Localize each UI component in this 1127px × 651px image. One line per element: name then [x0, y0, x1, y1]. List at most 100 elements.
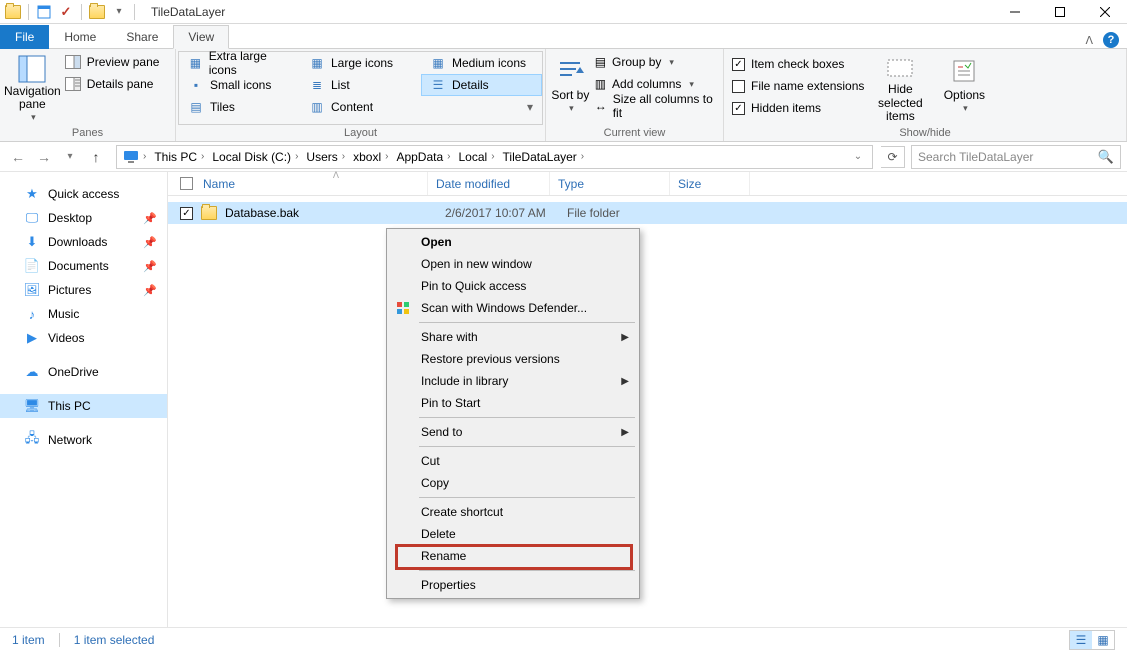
pc-icon[interactable]: › [119, 146, 150, 168]
ctx-restore-previous[interactable]: Restore previous versions [389, 348, 637, 370]
column-name[interactable]: Nameᐱ [168, 172, 428, 195]
ctx-pin-start[interactable]: Pin to Start [389, 392, 637, 414]
options-button[interactable]: Options▾ [937, 51, 991, 123]
ctx-open-new-window[interactable]: Open in new window [389, 253, 637, 275]
icons-icon: ▦ [188, 55, 203, 71]
ctx-copy[interactable]: Copy [389, 472, 637, 494]
layout-extra-large-icons[interactable]: ▦Extra large icons [179, 52, 300, 74]
nav-desktop[interactable]: 🖵Desktop📌 [0, 206, 167, 230]
hide-selected-items-button[interactable]: Hide selected items [868, 51, 932, 123]
nav-downloads[interactable]: ⬇Downloads📌 [0, 230, 167, 254]
checkbox-icon [732, 80, 745, 93]
pin-icon: 📌 [143, 212, 157, 225]
layout-more[interactable]: ▾ [421, 96, 542, 118]
layout-content[interactable]: ▥Content [300, 96, 421, 118]
details-pane-button[interactable]: Details pane [61, 73, 181, 95]
details-view-button[interactable]: ☰ [1070, 631, 1092, 649]
ctx-defender-scan[interactable]: Scan with Windows Defender... [389, 297, 637, 319]
search-input[interactable] [918, 150, 1098, 164]
tab-file[interactable]: File [0, 25, 49, 49]
nav-documents[interactable]: 📄Documents📌 [0, 254, 167, 278]
search-icon[interactable]: 🔍 [1098, 149, 1114, 165]
nav-pictures[interactable]: 🖼Pictures📌 [0, 278, 167, 302]
nav-music[interactable]: ♪Music [0, 302, 167, 326]
status-item-count: 1 item [12, 633, 45, 647]
ctx-create-shortcut[interactable]: Create shortcut [389, 501, 637, 523]
nav-quick-access[interactable]: ★Quick access [0, 182, 167, 206]
pin-icon: 📌 [143, 236, 157, 249]
crumb[interactable]: Local Disk (C:)› [208, 146, 302, 168]
table-row[interactable]: ✓ Database.bak 2/6/2017 10:07 AM File fo… [168, 202, 1127, 224]
hidden-items-toggle[interactable]: ✓Hidden items [728, 97, 868, 119]
ctx-open[interactable]: Open [389, 231, 637, 253]
file-name-extensions-toggle[interactable]: File name extensions [728, 75, 868, 97]
column-size[interactable]: Size [670, 172, 750, 195]
ctx-delete[interactable]: Delete [389, 523, 637, 545]
crumb[interactable]: xboxl› [349, 146, 392, 168]
navigation-pane-button[interactable]: Navigation pane▾ [4, 51, 61, 123]
crumb[interactable]: This PC› [150, 146, 208, 168]
address-bar[interactable]: › This PC› Local Disk (C:)› Users› xboxl… [116, 145, 873, 169]
crumb[interactable]: Users› [302, 146, 349, 168]
icons-view-button[interactable]: ▦ [1092, 631, 1114, 649]
preview-pane-button[interactable]: Preview pane [61, 51, 181, 73]
status-bar: 1 item 1 item selected ☰ ▦ [0, 627, 1127, 651]
ctx-cut[interactable]: Cut [389, 450, 637, 472]
help-icon[interactable]: ? [1103, 32, 1119, 48]
item-check-boxes-toggle[interactable]: ✓Item check boxes [728, 53, 868, 75]
recent-button[interactable]: ▾ [58, 145, 82, 169]
select-all-checkbox[interactable] [180, 177, 193, 190]
refresh-button[interactable]: ⟳ [881, 146, 905, 168]
sort-asc-icon: ᐱ [333, 170, 339, 181]
forward-button[interactable]: → [32, 145, 56, 169]
preview-pane-icon [65, 54, 81, 70]
ribbon-tabs: File Home Share View ᐱ ? [0, 24, 1127, 48]
hide-icon [884, 55, 916, 81]
ctx-rename[interactable]: Rename [389, 545, 637, 567]
qat-check-icon[interactable]: ✓ [57, 3, 75, 21]
collapse-ribbon-icon[interactable]: ᐱ [1085, 34, 1093, 47]
properties-icon[interactable] [35, 3, 53, 21]
pictures-icon: 🖼 [24, 282, 40, 298]
nav-videos[interactable]: ▶Videos [0, 326, 167, 350]
column-type[interactable]: Type [550, 172, 670, 195]
layout-tiles[interactable]: ▤Tiles [179, 96, 300, 118]
group-by-button[interactable]: ▤Group by▾ [591, 51, 719, 73]
nav-this-pc[interactable]: 🖥This PC [0, 394, 167, 418]
tab-home[interactable]: Home [49, 25, 111, 49]
sort-by-button[interactable]: Sort by▾ [550, 51, 591, 123]
nav-onedrive[interactable]: ☁OneDrive [0, 360, 167, 384]
crumb[interactable]: AppData› [392, 146, 454, 168]
back-button[interactable]: ← [6, 145, 30, 169]
layout-list[interactable]: ≣List [300, 74, 421, 96]
minimize-button[interactable] [992, 1, 1037, 23]
chevron-right-icon: ▶ [621, 427, 629, 438]
column-date[interactable]: Date modified [428, 172, 550, 195]
layout-medium-icons[interactable]: ▦Medium icons [421, 52, 542, 74]
layout-large-icons[interactable]: ▦Large icons [300, 52, 421, 74]
up-button[interactable]: ↑ [84, 145, 108, 169]
address-history-button[interactable]: ⌄ [846, 145, 870, 169]
crumb[interactable]: TileDataLayer› [499, 146, 589, 168]
size-columns-button[interactable]: ↔Size all columns to fit [591, 95, 719, 117]
nav-network[interactable]: 🖧Network [0, 428, 167, 452]
status-selected-count: 1 item selected [74, 633, 155, 647]
ctx-include-library[interactable]: Include in library▶ [389, 370, 637, 392]
ctx-pin-quick-access[interactable]: Pin to Quick access [389, 275, 637, 297]
search-box[interactable]: 🔍 [911, 145, 1121, 169]
layout-small-icons[interactable]: ▪Small icons [179, 74, 300, 96]
crumb[interactable]: Local› [455, 146, 499, 168]
tab-view[interactable]: View [173, 25, 229, 49]
maximize-button[interactable] [1037, 1, 1082, 23]
ctx-properties[interactable]: Properties [389, 574, 637, 596]
layout-details[interactable]: ☰Details [421, 74, 542, 96]
ctx-share-with[interactable]: Share with▶ [389, 326, 637, 348]
tiles-icon: ▤ [188, 99, 204, 115]
close-button[interactable] [1082, 1, 1127, 23]
folder-icon [88, 3, 106, 21]
tab-share[interactable]: Share [111, 25, 173, 49]
ctx-send-to[interactable]: Send to▶ [389, 421, 637, 443]
group-label-show-hide: Show/hide [724, 127, 1126, 141]
row-checkbox[interactable]: ✓ [180, 207, 193, 220]
qat-dropdown-icon[interactable]: ▾ [110, 3, 128, 21]
